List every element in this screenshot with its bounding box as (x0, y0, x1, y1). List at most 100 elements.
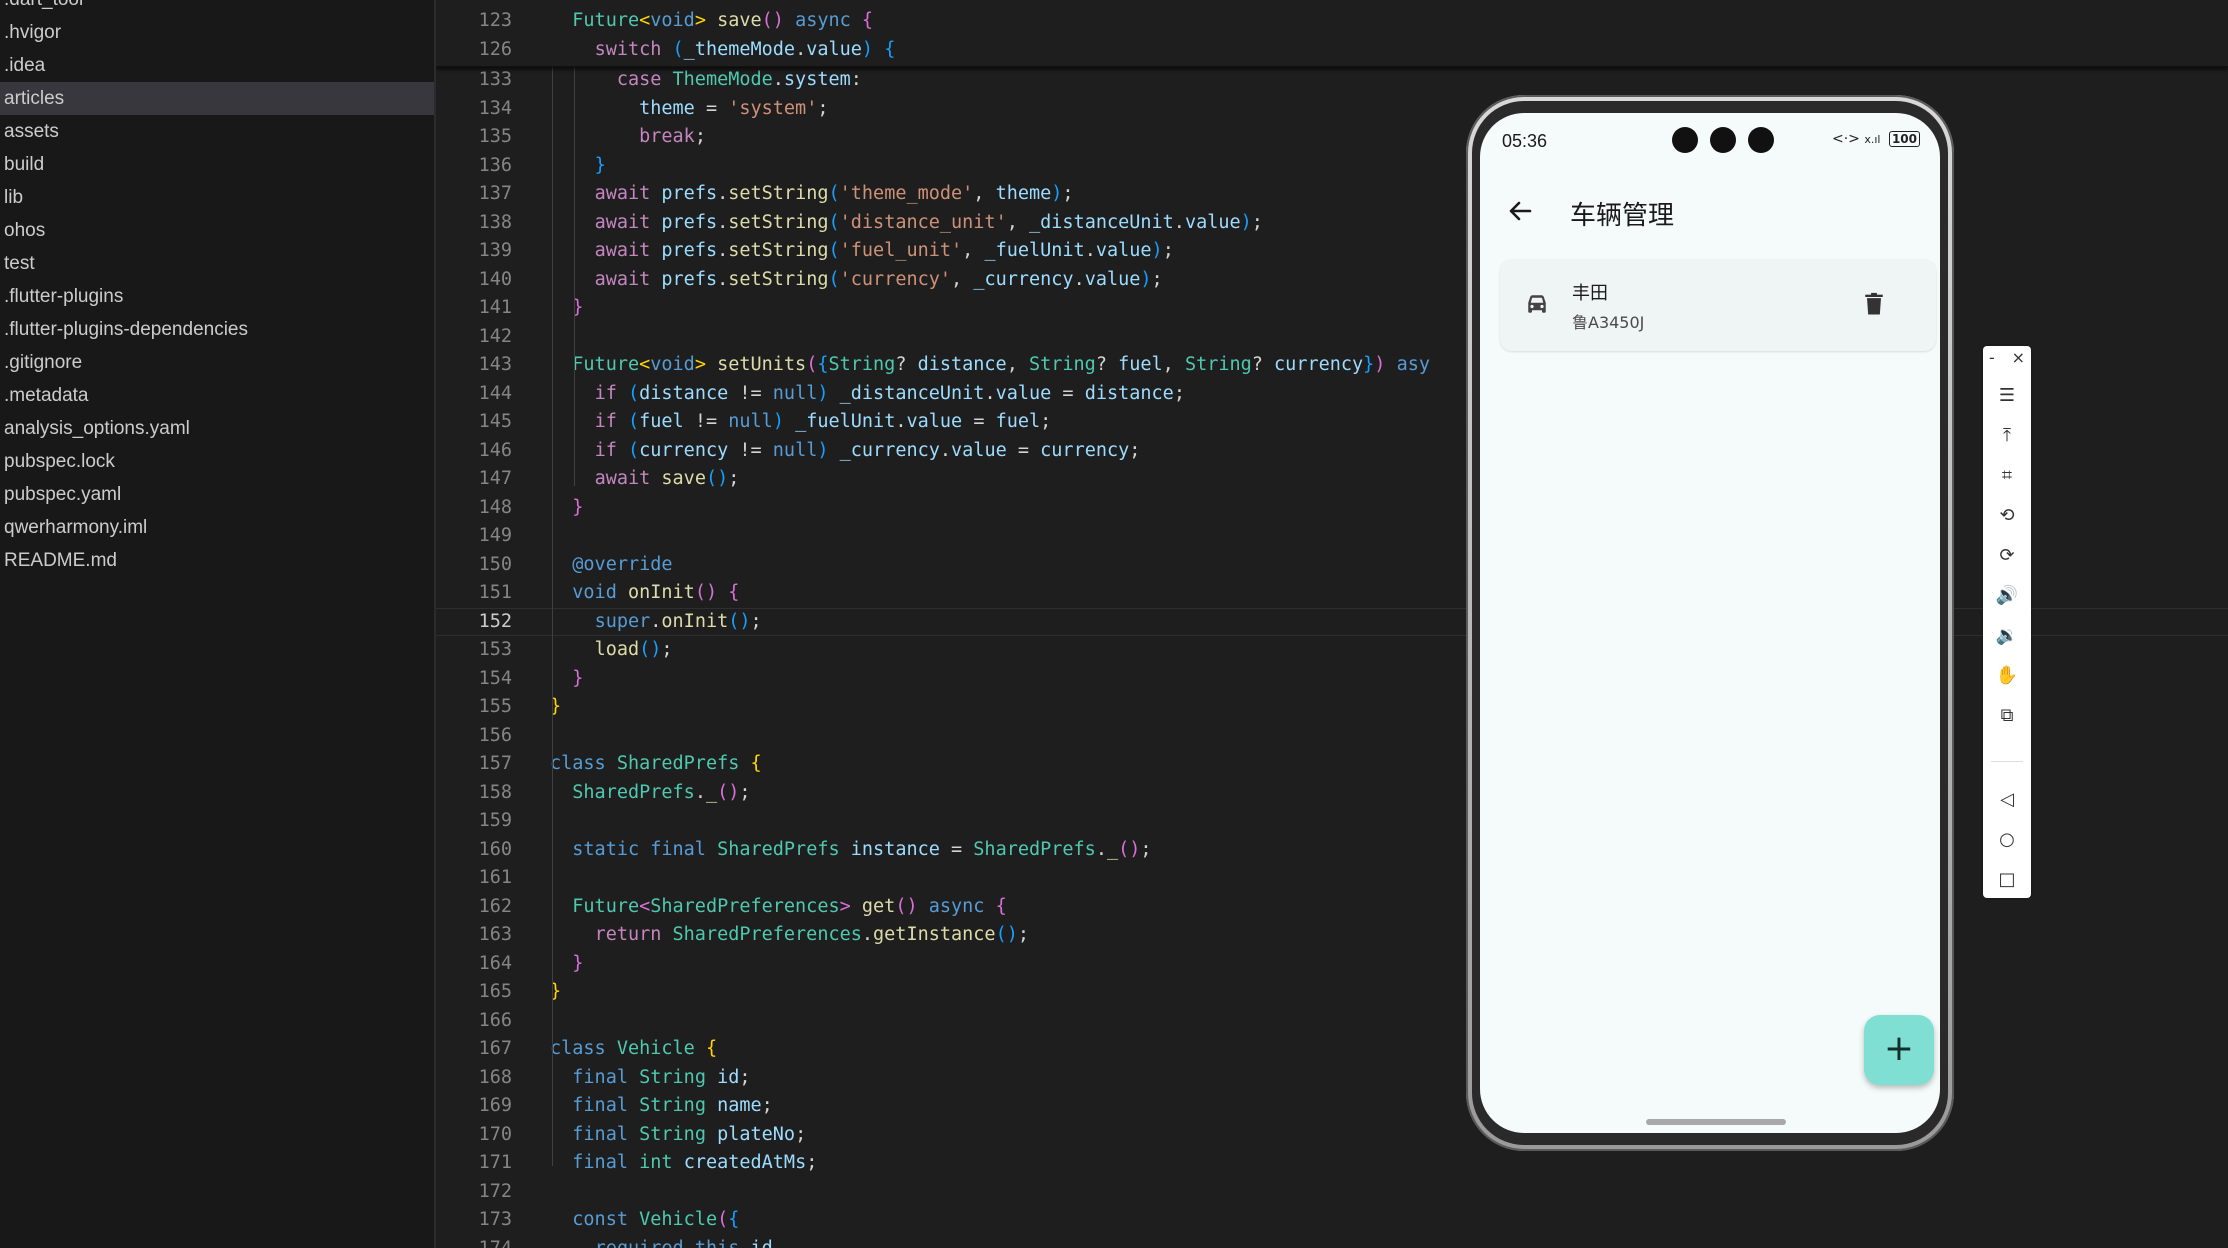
screenshot-icon[interactable]: ⧉ (1983, 698, 2031, 734)
code-line[interactable]: 138 await prefs.setString('distance_unit… (436, 209, 2228, 238)
code-line[interactable]: 126 switch (_themeMode.value) { (436, 36, 2228, 65)
code-line[interactable]: 142 (436, 323, 2228, 352)
file-tree-item[interactable]: .gitignore (0, 346, 434, 379)
sticky-scroll-header[interactable]: 123 Future<void> save() async {126 switc… (436, 0, 2228, 67)
code-line[interactable]: 166 (436, 1007, 2228, 1036)
file-tree-item[interactable]: qwerharmony.iml (0, 511, 434, 544)
line-number: 161 (478, 867, 512, 888)
code-token: SharedPrefs (616, 753, 740, 774)
code-token: super (594, 610, 651, 632)
code-line[interactable]: 147 await save(); (436, 465, 2228, 494)
code-line[interactable]: 143 Future<void> setUnits({String? dista… (436, 351, 2228, 380)
volume-up-icon[interactable]: 🔊 (1983, 578, 2031, 614)
close-button[interactable]: × (2012, 348, 2025, 367)
code-line[interactable]: 136 } (436, 152, 2228, 181)
code-line[interactable]: 146 if (currency != null) _currency.valu… (436, 437, 2228, 466)
rotate-right-icon[interactable]: ⟳ (1983, 538, 2031, 574)
phone-screen[interactable]: 05:36 <·> x.ıl 100 车辆管理 丰田 鲁A3450J + (1480, 113, 1940, 1133)
back-arrow-icon[interactable] (1500, 191, 1540, 231)
code-editor[interactable]: 123 Future<void> save() async {126 switc… (436, 0, 2228, 1248)
code-line[interactable]: 123 Future<void> save() async { (436, 7, 2228, 36)
code-line[interactable]: 160 static final SharedPrefs instance = … (436, 836, 2228, 865)
code-line[interactable]: 156 (436, 722, 2228, 751)
nav-home-icon[interactable]: ○ (1983, 822, 2031, 858)
code-line[interactable]: 165} (436, 978, 2228, 1007)
code-line[interactable]: 152 super.onInit(); (436, 607, 2228, 636)
code-token: () (705, 468, 729, 489)
file-tree-item[interactable]: .idea (0, 49, 434, 82)
file-tree-item[interactable]: README.md (0, 544, 434, 577)
shake-icon[interactable]: ✋ (1983, 658, 2031, 694)
code-line[interactable]: 151 void onInit() { (436, 579, 2228, 608)
code-token: ; (739, 1066, 751, 1088)
file-tree-item[interactable]: .hvigor (0, 16, 434, 49)
home-indicator[interactable] (1646, 1119, 1786, 1125)
file-tree-item[interactable]: lib (0, 181, 434, 214)
code-line[interactable]: 162 Future<SharedPreferences> get() asyn… (436, 893, 2228, 922)
code-line[interactable]: 174 required this.id (436, 1235, 2228, 1248)
code-line[interactable]: 148 } (436, 494, 2228, 523)
code-line[interactable]: 133 case ThemeMode.system: (436, 66, 2228, 95)
file-tree-item[interactable]: test (0, 247, 434, 280)
file-tree-item[interactable]: pubspec.yaml (0, 478, 434, 511)
file-tree-item[interactable]: assets (0, 115, 434, 148)
code-line[interactable]: 164 } (436, 950, 2228, 979)
code-line[interactable]: 167 class Vehicle { (436, 1035, 2228, 1064)
code-line[interactable]: 140 await prefs.setString('currency', _c… (436, 266, 2228, 295)
nav-back-icon[interactable]: ◁ (1983, 782, 2031, 818)
code-line[interactable]: 134 theme = 'system'; (436, 95, 2228, 124)
code-line[interactable]: 141 } (436, 294, 2228, 323)
code-line[interactable]: 153 load(); (436, 636, 2228, 665)
code-token: . (717, 240, 729, 261)
code-line[interactable]: 145 if (fuel != null) _fuelUnit.value = … (436, 408, 2228, 437)
code-token: ; (728, 468, 740, 489)
code-line[interactable]: 171 final int createdAtMs; (436, 1149, 2228, 1178)
code-line[interactable]: 150 @override (436, 551, 2228, 580)
file-tree-item[interactable]: pubspec.lock (0, 445, 434, 478)
file-tree-item[interactable]: articles (0, 82, 434, 115)
file-tree-item[interactable]: analysis_options.yaml (0, 412, 434, 445)
vehicle-card[interactable]: 丰田 鲁A3450J (1500, 259, 1936, 351)
file-tree-item[interactable]: .dart_tool (0, 0, 434, 16)
code-line[interactable]: 170 final String plateNo; (436, 1121, 2228, 1150)
code-line[interactable]: 135 break; (436, 123, 2228, 152)
code-line[interactable]: 149 (436, 522, 2228, 551)
code-line[interactable]: 168 final String id; (436, 1064, 2228, 1093)
code-token: system (783, 69, 851, 90)
code-text: @override (550, 551, 672, 580)
code-line[interactable]: 155} (436, 693, 2228, 722)
file-tree-item[interactable]: build (0, 148, 434, 181)
code-token: theme (639, 97, 695, 119)
code-line[interactable]: 172 (436, 1178, 2228, 1207)
code-line[interactable]: 139 await prefs.setString('fuel_unit', _… (436, 237, 2228, 266)
code-line[interactable]: 144 if (distance != null) _distanceUnit.… (436, 380, 2228, 409)
nav-recents-icon[interactable]: □ (1983, 862, 2031, 898)
code-line[interactable]: 163 return SharedPreferences.getInstance… (436, 921, 2228, 950)
volume-down-icon[interactable]: 🔉 (1983, 618, 2031, 654)
menu-icon[interactable]: ☰ (1983, 378, 2031, 414)
code-line[interactable]: 157 class SharedPrefs { (436, 750, 2228, 779)
code-text: class Vehicle { (550, 1035, 717, 1064)
code-line[interactable]: 158 SharedPrefs._(); (436, 779, 2228, 808)
code-line[interactable]: 137 await prefs.setString('theme_mode', … (436, 180, 2228, 209)
minimize-button[interactable]: - (1989, 348, 1995, 367)
line-number: 134 (478, 97, 512, 119)
pin-top-icon[interactable]: ⤒ (1983, 418, 2031, 454)
rotate-left-icon[interactable]: ⟲ (1983, 498, 2031, 534)
line-number: 155 (478, 696, 512, 717)
code-line[interactable]: 161 (436, 864, 2228, 893)
add-vehicle-button[interactable]: + (1864, 1015, 1934, 1085)
crop-icon[interactable]: ⌗ (1983, 458, 2031, 494)
file-tree-item[interactable]: .flutter-plugins (0, 280, 434, 313)
file-tree-item[interactable]: ohos (0, 214, 434, 247)
file-tree-item[interactable]: .metadata (0, 379, 434, 412)
code-line[interactable]: 154 } (436, 665, 2228, 694)
file-tree-item[interactable]: .flutter-plugins-dependencies (0, 313, 434, 346)
delete-icon[interactable] (1860, 289, 1888, 319)
code-line[interactable]: 169 final String name; (436, 1092, 2228, 1121)
code-line[interactable]: 159 (436, 807, 2228, 836)
code-line[interactable]: 173 const Vehicle({ (436, 1206, 2228, 1235)
